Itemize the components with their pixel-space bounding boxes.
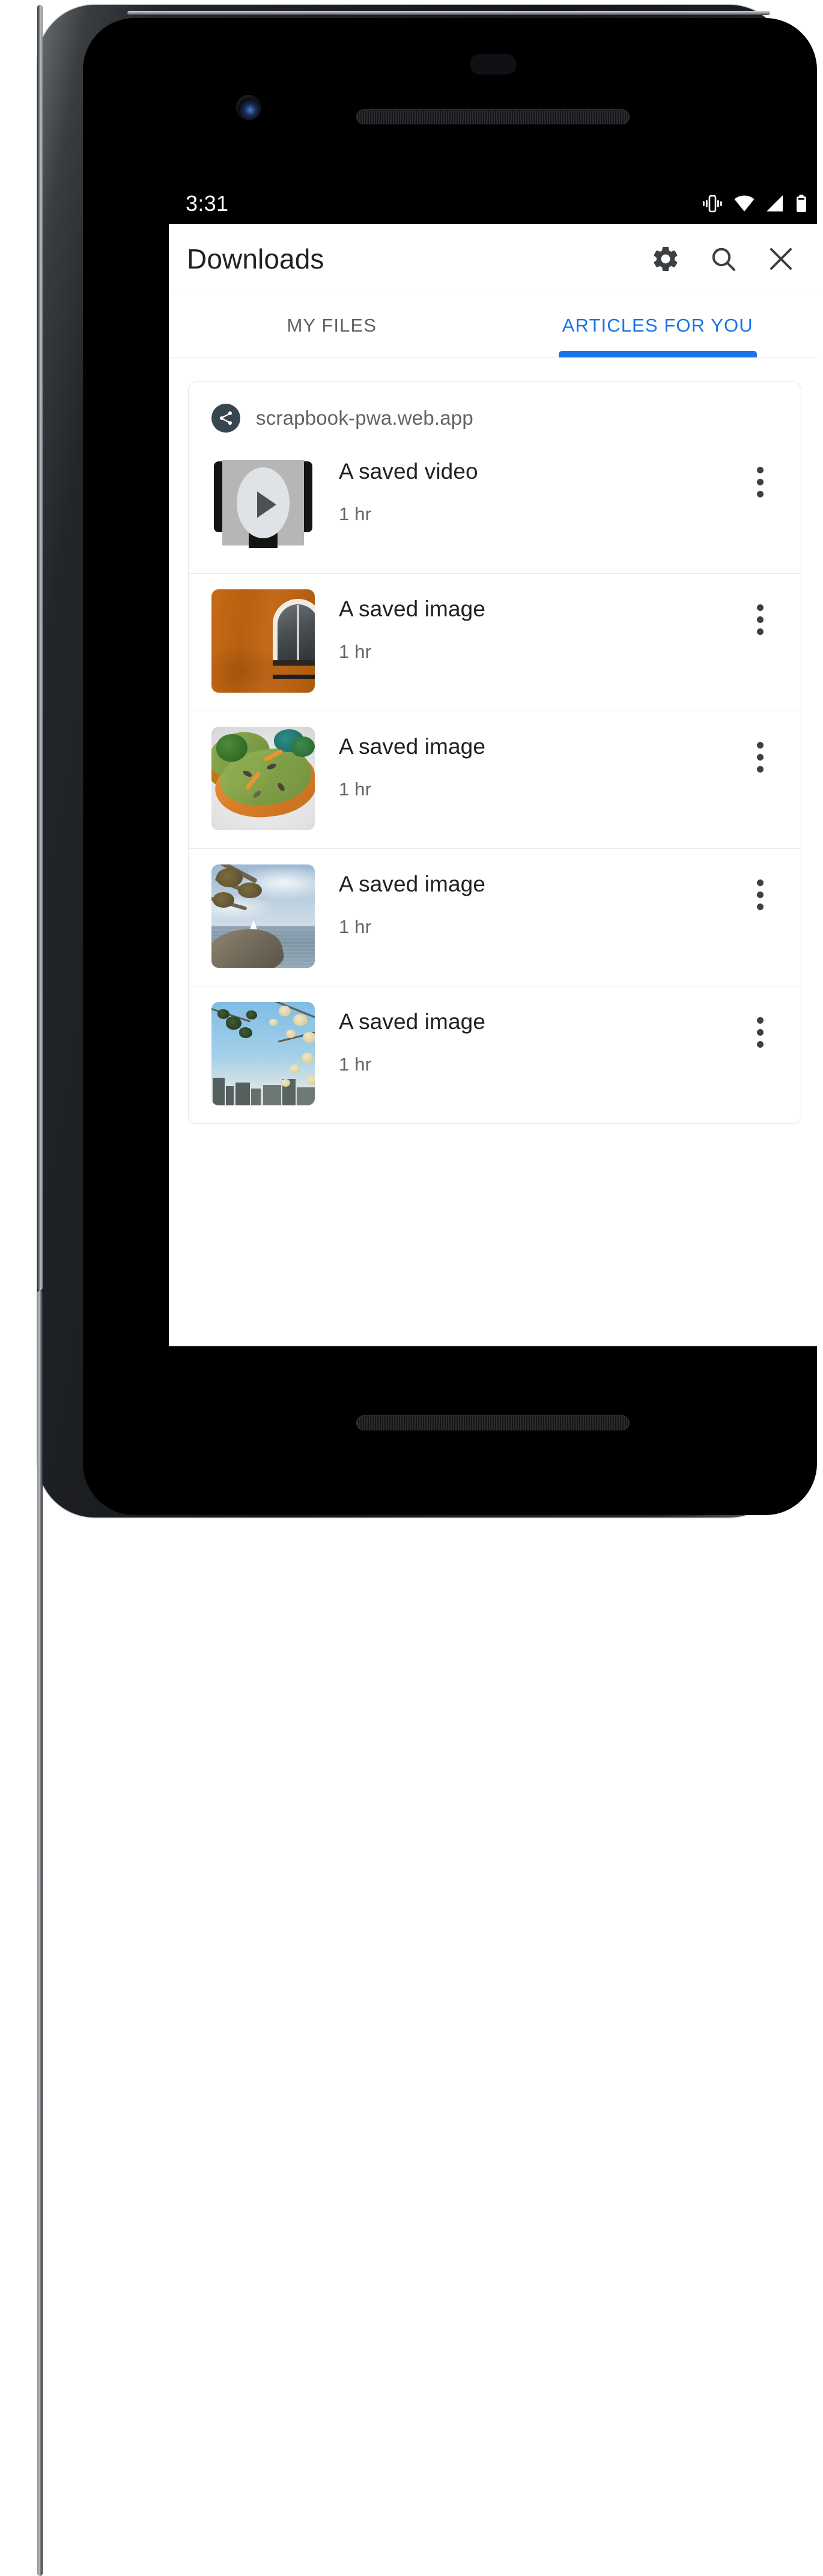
- toolbar-actions: [637, 230, 817, 288]
- wifi-icon: [734, 195, 755, 211]
- frame-top-edge: [127, 11, 770, 15]
- tab-articles-for-you-label: ARTICLES FOR YOU: [562, 315, 753, 336]
- list-item[interactable]: A saved video 1 hr: [189, 441, 801, 573]
- overflow-menu-icon[interactable]: [737, 1007, 783, 1057]
- battery-icon: [797, 195, 806, 212]
- active-tab-indicator: [558, 351, 757, 357]
- thumbnail-image: [211, 864, 315, 968]
- proximity-sensor: [470, 54, 517, 74]
- article-group-card: scrapbook-pwa.web.app A saved video 1 hr…: [188, 381, 801, 1124]
- list-item-subtitle: 1 hr: [339, 503, 372, 524]
- settings-button[interactable]: [637, 230, 694, 288]
- overflow-menu-icon[interactable]: [737, 732, 783, 782]
- status-bar-clock: 3:31: [186, 191, 229, 216]
- list-item-title: A saved image: [339, 872, 486, 896]
- list-item-title: A saved image: [339, 734, 486, 759]
- list-item-title: A saved image: [339, 1009, 486, 1034]
- vibrate-icon: [703, 195, 722, 213]
- right-side-rail: [37, 1290, 43, 2576]
- list-item-text: A saved video 1 hr: [339, 452, 737, 525]
- bottom-speaker-grille: [356, 1415, 630, 1430]
- thumbnail-image: [211, 589, 315, 693]
- list-item-text: A saved image 1 hr: [339, 589, 737, 663]
- list-item-text: A saved image 1 hr: [339, 864, 737, 938]
- close-icon: [770, 248, 792, 270]
- video-placeholder-icon: [211, 452, 315, 555]
- list-item-title: A saved video: [339, 459, 478, 484]
- list-item-subtitle: 1 hr: [339, 916, 372, 937]
- device-glass: 3:31 Downloads MY FILES ARTICLES FOR YOU…: [83, 18, 817, 1515]
- list-item-text: A saved image 1 hr: [339, 1002, 737, 1075]
- share-icon: [211, 404, 240, 433]
- list-item-text: A saved image 1 hr: [339, 727, 737, 800]
- search-icon: [712, 248, 735, 271]
- tab-my-files[interactable]: MY FILES: [169, 294, 495, 357]
- card-source-label: scrapbook-pwa.web.app: [256, 407, 473, 429]
- app-screen: Downloads MY FILES ARTICLES FOR YOU scra…: [169, 194, 817, 1346]
- list-item[interactable]: A saved image 1 hr: [189, 986, 801, 1123]
- list-item[interactable]: A saved image 1 hr: [189, 848, 801, 986]
- thumbnail-image: [211, 1002, 315, 1105]
- overflow-menu-icon[interactable]: [737, 457, 783, 507]
- top-speaker-grille: [356, 109, 630, 124]
- app-toolbar: Downloads: [169, 224, 817, 294]
- status-bar: 3:31: [169, 183, 817, 224]
- list-item-subtitle: 1 hr: [339, 779, 372, 800]
- thumbnail-image: [211, 727, 315, 830]
- page-title: Downloads: [187, 243, 324, 275]
- cellular-signal-icon: [767, 195, 783, 211]
- search-button[interactable]: [694, 230, 752, 288]
- list-item-subtitle: 1 hr: [339, 641, 372, 662]
- articles-list-scroll-area[interactable]: scrapbook-pwa.web.app A saved video 1 hr…: [169, 357, 817, 1346]
- tab-my-files-label: MY FILES: [287, 315, 377, 336]
- left-side-rail: [37, 5, 43, 1290]
- overflow-menu-icon[interactable]: [737, 869, 783, 920]
- list-item-title: A saved image: [339, 597, 486, 621]
- close-button[interactable]: [752, 230, 810, 288]
- front-camera-icon: [236, 95, 261, 120]
- tab-bar: MY FILES ARTICLES FOR YOU: [169, 294, 817, 357]
- list-item[interactable]: A saved image 1 hr: [189, 573, 801, 711]
- status-bar-icons: [702, 195, 807, 213]
- list-item-subtitle: 1 hr: [339, 1054, 372, 1075]
- overflow-menu-icon[interactable]: [737, 594, 783, 645]
- tab-articles-for-you[interactable]: ARTICLES FOR YOU: [495, 294, 818, 357]
- phone-device-frame: 3:31 Downloads MY FILES ARTICLES FOR YOU…: [37, 5, 817, 2576]
- list-item[interactable]: A saved image 1 hr: [189, 711, 801, 848]
- card-source-row[interactable]: scrapbook-pwa.web.app: [189, 382, 801, 441]
- gear-icon: [654, 246, 678, 272]
